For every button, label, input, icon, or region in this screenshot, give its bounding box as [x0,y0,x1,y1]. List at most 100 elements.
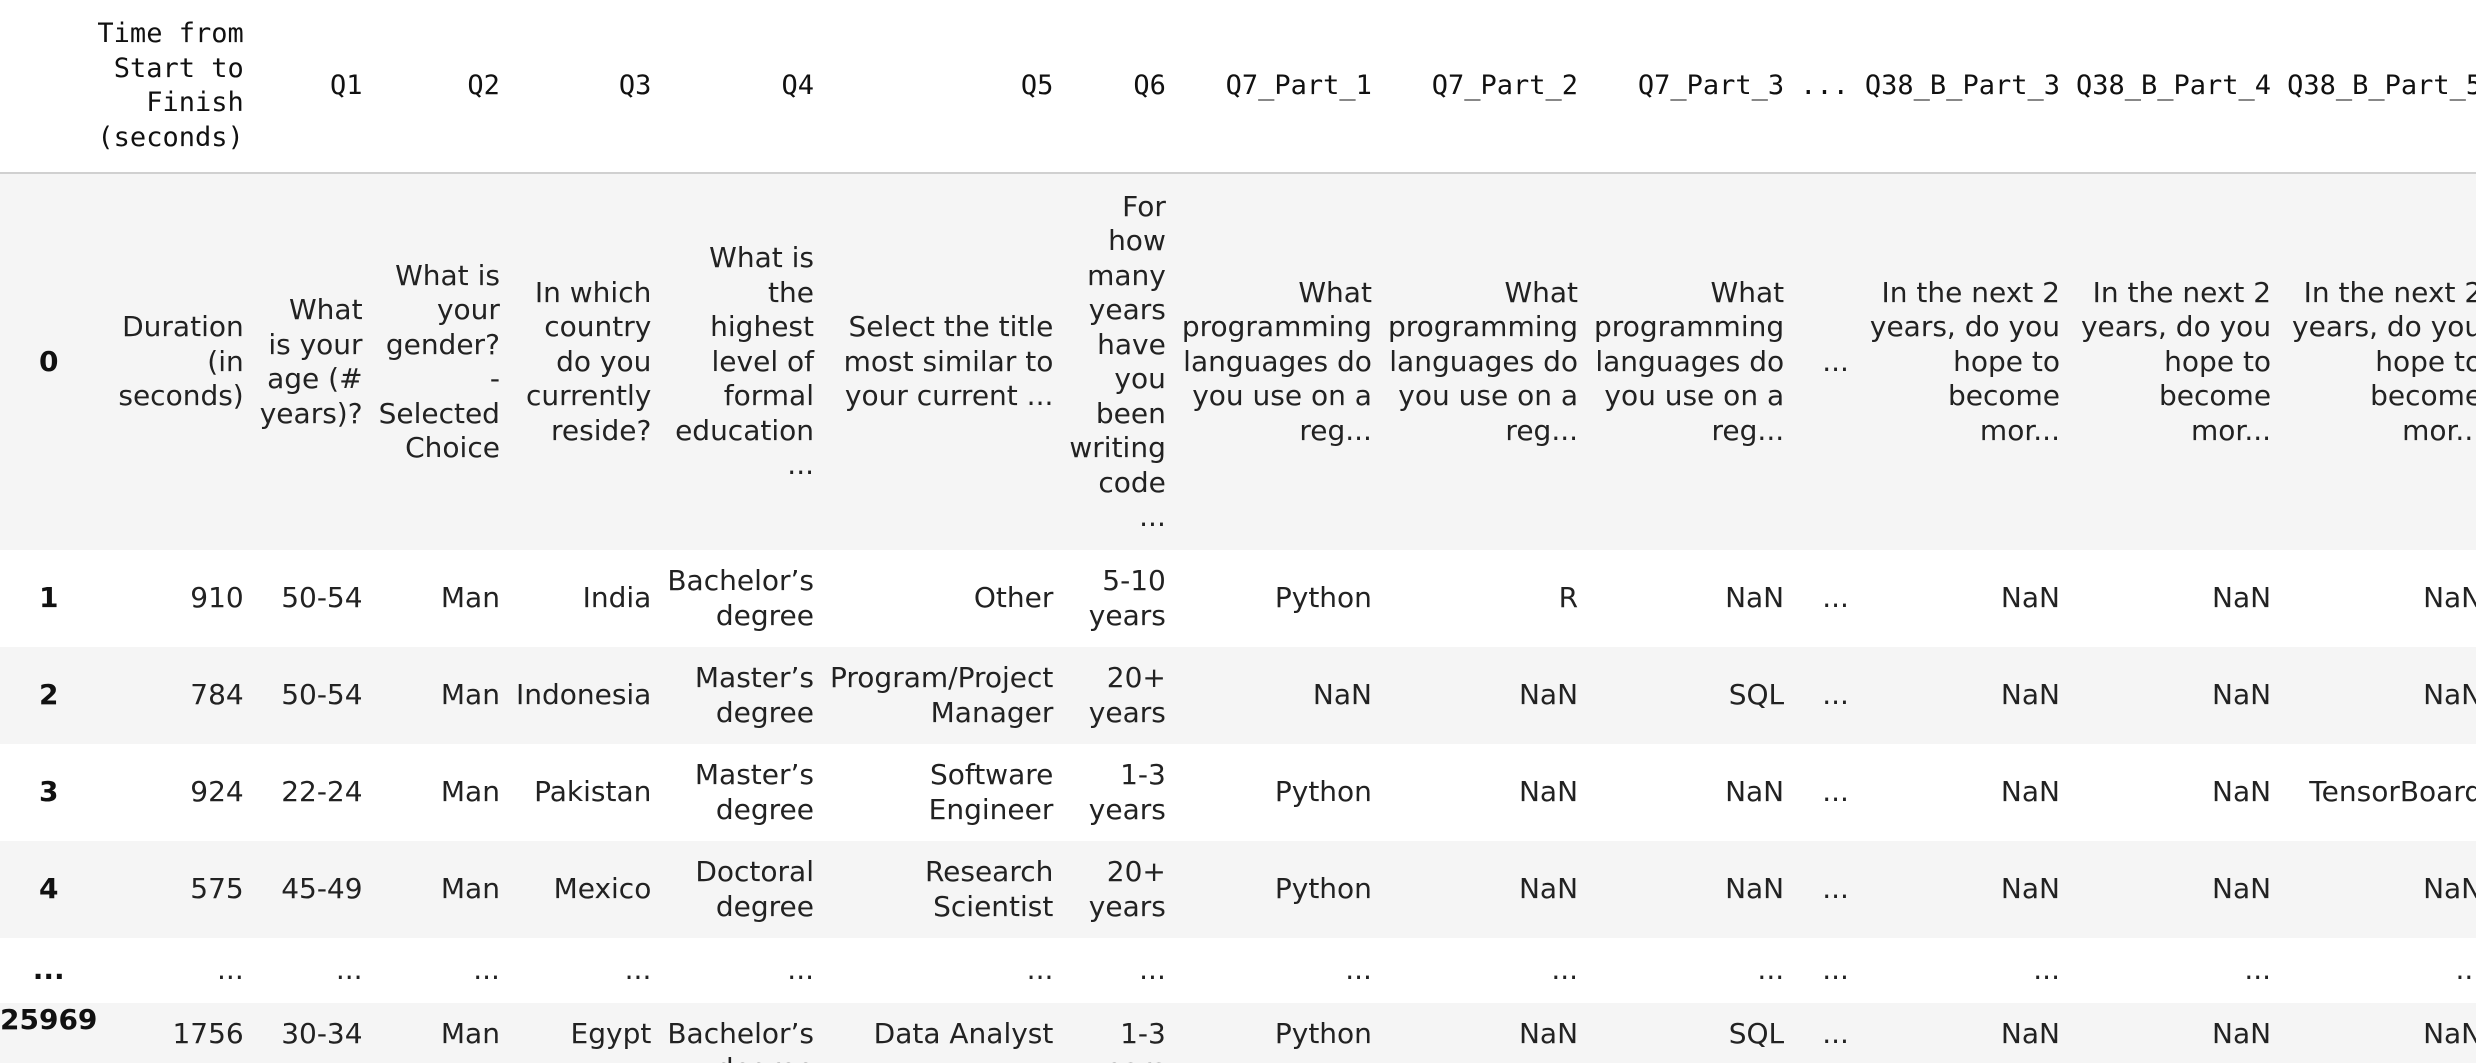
table-row: 2 784 50-54 Man Indonesia Master’s degree Prog… [0,647,2476,744]
table-cell: ... [1139,953,1166,987]
table-cell: ... [1822,775,1849,809]
table-cell: 575 [190,872,244,906]
column-header-c13: Q38_B_Part_5 [2287,0,2476,174]
table-cell: 1-3 years [1089,1017,1166,1063]
index-column-header [0,0,98,174]
table-cell: ... [787,953,814,987]
table-row: 25969 1756 30-34 Man Egypt Bachelor’s degree D… [0,1003,2476,1063]
column-header-c10: ... [1800,0,1865,174]
table-cell: Man [440,1017,500,1050]
table-cell: NaN [2212,775,2272,809]
table-cell: 20+ years [1088,661,1166,729]
table-cell: What is your gender? - Selected Choice [378,258,500,465]
table-cell: NaN [1518,678,1579,712]
table-cell: What programming languages do you use on… [1387,275,1579,447]
table-cell: ... [2244,953,2272,987]
table-cell: ... [1822,1017,1849,1050]
table-cell: In the next 2 years, do you hope to beco… [1869,275,2060,447]
table-cell: Research Scientist [924,855,1054,923]
table-cell: Man [440,775,500,809]
table-cell: 5-10 years [1088,564,1166,632]
table-cell: In the next 2 years, do you hope to beco… [2080,275,2272,447]
table-row: 3 924 22-24 Man Pakistan Master’s degree Softw… [0,744,2476,841]
table-cell: Master’s degree [694,758,814,826]
table-cell: ... [2455,953,2476,987]
column-header-c6: Q6 [1069,0,1182,174]
table-body: 0 Duration (in seconds) What is your age (… [0,173,2476,1063]
table-cell: For how many years have you been writing… [1069,189,1166,534]
header-row: Time from Start to Finish (seconds) Q1 Q2 Q… [0,0,2476,174]
table-cell: Python [1274,872,1372,906]
table-cell: NaN [2212,872,2272,906]
table-cell: ... [2033,953,2060,987]
table-cell: SQL [1728,1017,1785,1050]
table-cell: Man [440,581,500,615]
table-cell: Man [440,678,500,712]
table-cell: NaN [2423,1017,2476,1050]
column-header-c8: Q7_Part_2 [1387,0,1595,174]
table-cell: Bachelor’s degree [667,1017,814,1063]
table-cell: Data Analyst [873,1017,1054,1050]
table-cell: Man [440,872,500,906]
table-cell: SQL [1728,678,1785,712]
table-cell: 910 [190,581,244,615]
table-cell: Program/Project Manager [830,661,1054,729]
table-cell: What is your age (# years)? [259,293,363,430]
column-header-c1: Q1 [259,0,379,174]
dataframe-viewport: Time from Start to Finish (seconds) Q1 Q2 Q… [0,0,2476,1063]
table-cell: 50-54 [281,581,363,615]
table-cell: In which country do you currently reside… [525,275,652,447]
table-cell: 50-54 [281,678,363,712]
column-header-c2: Q2 [378,0,516,174]
table-cell: What programming languages do you use on… [1594,275,1785,447]
table-cell: Master’s degree [694,661,814,729]
table-cell: ... [1757,953,1785,987]
table-cell: ... [217,953,244,987]
table-cell: NaN [1312,678,1372,712]
table-cell: What is the highest level of formal educ… [675,241,814,482]
table-cell: NaN [1518,1017,1579,1050]
table-cell: NaN [2000,775,2060,809]
table-cell: ... [1345,953,1372,987]
table-cell: 924 [190,775,244,809]
table-cell: NaN [1725,775,1785,809]
table-cell: Select the title most similar to your cu… [843,310,1054,413]
dataframe-table: Time from Start to Finish (seconds) Q1 Q2 Q… [0,0,2476,1063]
table-cell: NaN [2212,581,2272,615]
row-index: 25969 [0,1003,98,1036]
column-header-c11: Q38_B_Part_3 [1864,0,2076,174]
table-cell: ... [1822,344,1849,378]
table-cell: 30-34 [281,1017,363,1050]
row-index: 2 [38,678,59,712]
table-cell: In the next 2 years, do you hope to beco… [2292,275,2476,447]
table-cell: ... [1822,953,1849,987]
truncation-row: ........................................… [0,938,2476,1003]
table-cell: Doctoral degree [695,855,814,923]
column-header-c4: Q4 [667,0,830,174]
table-cell: 1756 [172,1017,244,1050]
table-cell: ... [1026,953,1054,987]
table-cell: ... [1822,581,1849,615]
table-cell: NaN [1725,872,1785,906]
column-header-c3: Q3 [515,0,668,174]
table-cell: ... [1551,953,1579,987]
table-cell: ... [335,953,363,987]
table-cell: 45-49 [281,872,363,906]
table-cell: NaN [2000,581,2060,615]
row-index: 3 [38,775,59,809]
column-header-c7: Q7_Part_1 [1181,0,1388,174]
table-cell: 22-24 [281,775,363,809]
table-cell: NaN [2000,678,2060,712]
table-cell: NaN [2423,678,2476,712]
row-index: ... [32,953,65,987]
table-cell: Software Engineer [928,758,1054,826]
table-cell: NaN [1518,775,1579,809]
row-index: 0 [38,344,59,378]
table-cell: ... [1822,872,1849,906]
table-cell: NaN [2000,1017,2060,1050]
table-cell: ... [473,953,500,987]
column-header-c5: Q5 [830,0,1070,174]
table-row: 0 Duration (in seconds) What is your age (… [0,173,2476,550]
table-cell: What programming languages do you use on… [1181,275,1372,447]
table-cell: Pakistan [534,775,652,809]
